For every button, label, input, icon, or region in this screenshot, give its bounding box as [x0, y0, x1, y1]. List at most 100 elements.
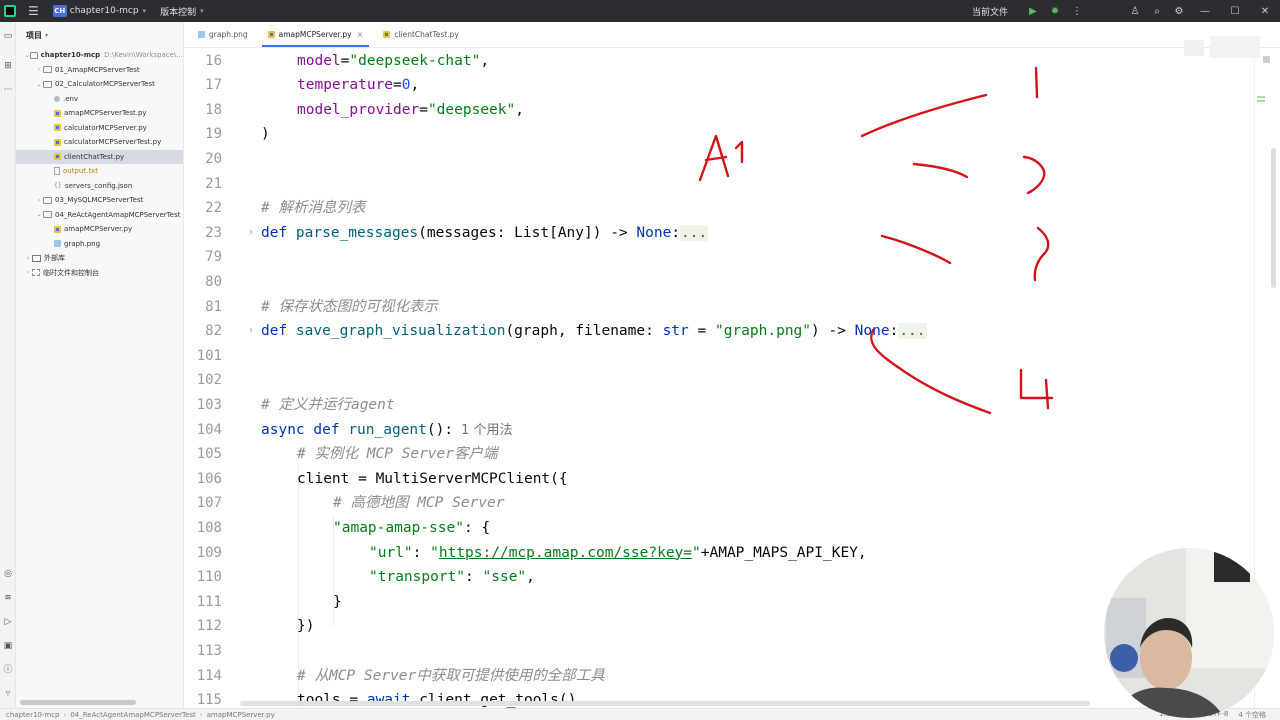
tree-folder[interactable]: › 外部库 [16, 251, 183, 266]
line-number[interactable]: 109 [184, 541, 222, 566]
line-number[interactable]: 106 [184, 467, 222, 492]
line-number[interactable]: 107 [184, 491, 222, 516]
line-number[interactable]: 104 [184, 418, 222, 443]
settings-gear-icon[interactable]: ⚙ [1168, 6, 1190, 17]
git-icon[interactable]: ⑂ [2, 688, 14, 700]
code-line[interactable]: 112}) [184, 614, 1254, 639]
services-icon[interactable]: ▷ [2, 616, 14, 628]
maximize-button[interactable]: ☐ [1220, 6, 1250, 17]
line-number[interactable]: 113 [184, 639, 222, 664]
code-line[interactable]: 82 › def save_graph_visualization(graph, f… [184, 319, 1254, 344]
code-line[interactable]: 105 # 实例化 MCP Server客户端 [184, 442, 1254, 467]
code-token[interactable]: https://mcp.amap.com/sse?key= [439, 545, 692, 561]
project-badge[interactable]: CH [52, 5, 67, 17]
code-line[interactable]: 106 client = MultiServerMCPClient({ [184, 467, 1254, 492]
breadcrumb-folder[interactable]: 04_ReActAgentAmapMCPServerTest [70, 711, 195, 719]
fold-toggle-icon[interactable]: › [248, 319, 254, 344]
line-number[interactable]: 80 [184, 270, 222, 295]
line-number[interactable]: 115 [184, 688, 222, 708]
editor-tab[interactable]: clientChatTest.py [373, 21, 468, 47]
minimize-button[interactable]: — [1190, 6, 1220, 17]
chevron-right-icon[interactable]: › [24, 255, 32, 262]
code-line[interactable]: 108 "amap-amap-sse": { [184, 516, 1254, 541]
line-number[interactable]: 111 [184, 590, 222, 615]
chevron-right-icon[interactable]: › [24, 269, 32, 276]
line-number[interactable]: 23 [184, 221, 222, 246]
code-line[interactable]: 79 [184, 245, 1254, 270]
line-number[interactable]: 20 [184, 147, 222, 172]
tree-folder[interactable]: › 03_MySQLMCPServerTest [16, 193, 183, 208]
layers-icon[interactable]: ≋ [2, 592, 14, 604]
editor-hscroll[interactable] [240, 701, 1090, 706]
chevron-down-icon[interactable]: ▾ [143, 7, 147, 15]
chevron-down-icon[interactable]: ⌄ [35, 81, 43, 88]
line-number[interactable]: 114 [184, 664, 222, 689]
vcs-menu[interactable]: 版本控制 [160, 5, 196, 18]
line-number[interactable]: 101 [184, 344, 222, 369]
tree-file[interactable]: amapMCPServer.py [16, 222, 183, 237]
chevron-down-icon[interactable]: ▾ [200, 7, 204, 15]
code-line[interactable]: 114 # 从MCP Server中获取可提供使用的全部工具 [184, 664, 1254, 689]
code-line[interactable]: 81 # 保存状态图的可视化表示 [184, 295, 1254, 320]
chevron-right-icon[interactable]: › [35, 197, 43, 204]
code-line[interactable]: 80 [184, 270, 1254, 295]
tree-folder[interactable]: › 01_AmapMCPServerTest [16, 63, 183, 78]
code-line[interactable]: 101 [184, 344, 1254, 369]
code-line[interactable]: 23 › def parse_messages(messages: List[Any… [184, 221, 1254, 246]
more-icon[interactable]: ⋮ [1066, 6, 1088, 17]
add-user-icon[interactable]: ♙ [1124, 6, 1146, 17]
chevron-down-icon[interactable]: ⌄ [35, 211, 43, 218]
run-config-selector[interactable]: 当前文件 [972, 5, 1008, 18]
line-number[interactable]: 21 [184, 172, 222, 197]
tree-file[interactable]: amapMCPServerTest.py [16, 106, 183, 121]
indent-setting[interactable]: 4 个空格 [1238, 710, 1266, 720]
code-line[interactable]: 103 # 定义并运行agent [184, 393, 1254, 418]
line-number[interactable]: 82 [184, 319, 222, 344]
project-panel-header[interactable]: 项目 ▾ [16, 22, 183, 48]
pycharm-logo-icon[interactable] [4, 5, 16, 17]
code-line[interactable]: 17 temperature=0, [184, 73, 1254, 98]
tree-file[interactable]: .env [16, 92, 183, 107]
editor-tab[interactable]: graph.png [188, 21, 258, 47]
breadcrumb-file[interactable]: amapMCPServer.py [207, 711, 275, 719]
line-number[interactable]: 81 [184, 295, 222, 320]
code-line[interactable]: 111} [184, 590, 1254, 615]
line-number[interactable]: 18 [184, 98, 222, 123]
breadcrumb-project[interactable]: chapter10-mcp [6, 711, 60, 719]
code-line[interactable]: 102 [184, 368, 1254, 393]
close-tab-icon[interactable]: × [357, 30, 364, 39]
code-editor[interactable]: 16 model="deepseek-chat", 17 temperature=0,… [184, 48, 1254, 708]
code-line[interactable]: 113 [184, 639, 1254, 664]
more-tools-icon[interactable]: ⋯ [2, 84, 14, 96]
line-number[interactable]: 17 [184, 73, 222, 98]
code-line[interactable]: 16 model="deepseek-chat", [184, 49, 1254, 74]
tree-folder[interactable]: ⌄ chapter10-mcp D:\Kevin\Workspace\... [16, 48, 183, 63]
folded-code[interactable]: ... [680, 224, 709, 241]
line-number[interactable]: 79 [184, 245, 222, 270]
line-number[interactable]: 103 [184, 393, 222, 418]
line-number[interactable]: 112 [184, 614, 222, 639]
line-number[interactable]: 16 [184, 49, 222, 74]
structure-icon[interactable]: ⊞ [2, 60, 14, 72]
scrollbar-thumb[interactable] [1271, 148, 1276, 288]
tree-file[interactable]: calculatorMCPServerTest.py [16, 135, 183, 150]
run-icon[interactable]: ▶ [1022, 6, 1044, 17]
folded-code[interactable]: ... [898, 323, 927, 340]
tree-file[interactable]: output.txt [16, 164, 183, 179]
code-line[interactable]: 20 [184, 147, 1254, 172]
project-hscroll[interactable] [16, 700, 184, 706]
python-packages-icon[interactable]: ◎ [2, 568, 14, 580]
chevron-down-icon[interactable]: ▾ [45, 32, 48, 39]
code-line[interactable]: 109 "url": "https://mcp.amap.com/sse?key=… [184, 541, 1254, 566]
code-line[interactable]: 19) [184, 122, 1254, 147]
line-number[interactable]: 105 [184, 442, 222, 467]
line-number[interactable]: 108 [184, 516, 222, 541]
tree-file[interactable]: clientChatTest.py [16, 149, 183, 164]
project-name[interactable]: chapter10-mcp [70, 6, 139, 16]
code-line[interactable]: 107 # 高德地图 MCP Server [184, 491, 1254, 516]
tree-file[interactable]: {} servers_config.json [16, 179, 183, 194]
fold-toggle-icon[interactable]: › [248, 221, 254, 246]
close-window-button[interactable]: ✕ [1250, 6, 1280, 17]
problems-icon[interactable]: ⓘ [2, 664, 14, 676]
code-line[interactable]: 18 model_provider="deepseek", [184, 98, 1254, 123]
